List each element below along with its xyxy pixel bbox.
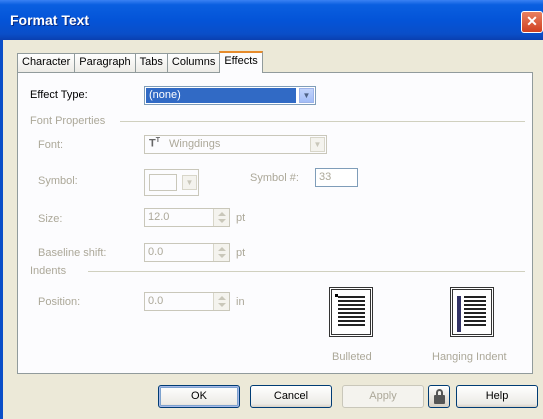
baseline-shift-input[interactable]: 0.0 <box>144 243 230 262</box>
close-button[interactable]: ✕ <box>521 11 543 33</box>
effect-type-select[interactable]: (none) ▼ <box>144 86 316 105</box>
hanging-indent-lines <box>464 296 486 328</box>
bullet-lines <box>338 296 365 328</box>
font-properties-group-label: Font Properties <box>30 115 106 127</box>
tab-strip: Character Paragraph Tabs Columns Effects <box>17 51 263 73</box>
help-button[interactable]: Help <box>456 385 538 408</box>
font-select[interactable]: TT Wingdings ▼ <box>144 135 327 154</box>
tab-columns[interactable]: Columns <box>166 53 221 72</box>
size-input[interactable]: 12.0 <box>144 208 230 227</box>
indents-divider <box>88 271 525 272</box>
baseline-shift-label: Baseline shift: <box>38 247 107 259</box>
dropdown-arrow-icon[interactable]: ▼ <box>182 175 197 190</box>
tab-tabs[interactable]: Tabs <box>134 53 168 72</box>
window-title: Format Text <box>10 12 90 28</box>
bulleted-label: Bulleted <box>332 351 372 363</box>
close-icon: ✕ <box>526 13 538 29</box>
hanging-indent-bar <box>457 296 461 332</box>
symbol-preview <box>149 174 177 191</box>
truetype-font-icon: TT <box>149 137 161 150</box>
symbol-label: Symbol: <box>38 175 78 187</box>
position-unit: in <box>236 296 245 308</box>
position-label: Position: <box>38 296 81 308</box>
tab-character[interactable]: Character <box>17 53 76 72</box>
hanging-indent-label: Hanging Indent <box>432 351 507 363</box>
lock-icon-body <box>434 395 445 404</box>
bulleted-style-icon[interactable] <box>329 287 373 337</box>
baseline-shift-value: 0.0 <box>148 246 164 258</box>
spinner-icon[interactable] <box>213 293 229 310</box>
symbol-number-label: Symbol #: <box>250 172 299 184</box>
size-label: Size: <box>38 213 63 225</box>
position-input[interactable]: 0.0 <box>144 292 230 311</box>
tab-paragraph[interactable]: Paragraph <box>74 53 136 72</box>
position-value: 0.0 <box>148 295 164 307</box>
title-bar[interactable]: Format Text ✕ <box>0 0 543 40</box>
symbol-select[interactable]: ▼ <box>144 169 199 196</box>
font-properties-divider <box>120 121 525 122</box>
indents-group-label: Indents <box>30 265 67 277</box>
tab-effects[interactable]: Effects <box>219 51 263 73</box>
apply-button[interactable]: Apply <box>342 385 424 408</box>
cancel-button[interactable]: Cancel <box>250 385 332 408</box>
font-value: Wingdings <box>169 138 221 150</box>
spinner-icon[interactable] <box>213 209 229 226</box>
effect-type-label: Effect Type: <box>30 89 88 101</box>
size-unit: pt <box>236 212 246 224</box>
symbol-number-input[interactable]: 33 <box>315 168 358 187</box>
baseline-shift-unit: pt <box>236 247 246 259</box>
lock-button[interactable] <box>428 385 450 408</box>
hanging-indent-icon[interactable] <box>450 287 494 337</box>
effect-type-value: (none) <box>146 88 296 103</box>
dropdown-arrow-icon[interactable]: ▼ <box>310 137 325 152</box>
font-label: Font: <box>38 139 64 151</box>
ok-button[interactable]: OK <box>158 385 240 408</box>
size-value: 12.0 <box>148 211 170 223</box>
spinner-icon[interactable] <box>213 244 229 261</box>
dropdown-arrow-icon[interactable]: ▼ <box>299 88 314 103</box>
